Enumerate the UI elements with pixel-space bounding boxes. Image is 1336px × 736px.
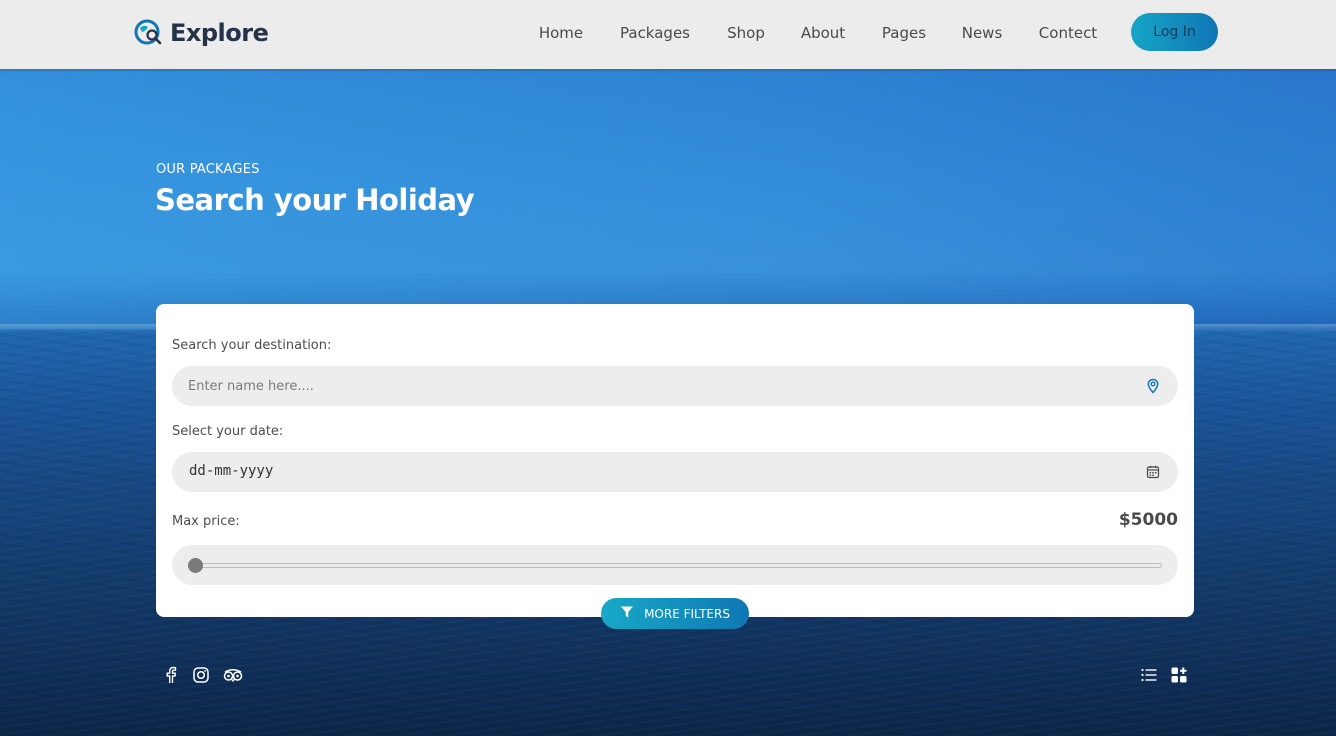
destination-input[interactable] <box>172 366 1132 406</box>
page-title: Search your Holiday <box>155 183 475 217</box>
view-toggle <box>1140 666 1188 684</box>
login-button[interactable]: Log In <box>1131 13 1218 51</box>
nav-item-packages[interactable]: Packages <box>620 24 690 42</box>
list-view-icon[interactable] <box>1140 666 1158 684</box>
destination-label: Search your destination: <box>172 338 332 353</box>
hero-eyebrow: OUR PACKAGES <box>156 162 260 177</box>
instagram-icon[interactable] <box>192 666 210 684</box>
date-input[interactable]: dd-mm-yyyy <box>189 463 273 479</box>
price-slider-handle[interactable] <box>188 558 203 573</box>
price-slider-field <box>172 545 1178 585</box>
nav-item-about[interactable]: About <box>801 24 845 42</box>
destination-field <box>172 366 1178 406</box>
grid-view-icon[interactable] <box>1170 666 1188 684</box>
filter-icon <box>620 605 634 622</box>
calendar-icon[interactable] <box>1145 464 1161 480</box>
nav-item-home[interactable]: Home <box>539 24 583 42</box>
max-price-value: $5000 <box>1118 510 1178 530</box>
site-header: Explore Home Packages Shop About Pages N… <box>0 0 1336 69</box>
hero-section: OUR PACKAGES Search your Holiday Search … <box>0 69 1336 736</box>
nav-item-pages[interactable]: Pages <box>882 24 926 42</box>
more-filters-button[interactable]: MORE FILTERS <box>601 598 749 629</box>
nav-item-news[interactable]: News <box>962 24 1003 42</box>
map-pin-icon[interactable] <box>1145 378 1161 394</box>
social-links <box>162 666 244 684</box>
max-price-label: Max price: <box>172 514 240 529</box>
nav-item-contact[interactable]: Contect <box>1039 24 1097 42</box>
price-slider-track[interactable] <box>196 563 1162 568</box>
date-field[interactable]: dd-mm-yyyy <box>172 452 1178 492</box>
facebook-icon[interactable] <box>162 666 180 684</box>
search-card: Search your destination: Select your dat… <box>156 304 1194 617</box>
date-label: Select your date: <box>172 424 284 439</box>
nav-item-shop[interactable]: Shop <box>727 24 765 42</box>
more-filters-label: MORE FILTERS <box>644 606 730 621</box>
tripadvisor-icon[interactable] <box>222 666 244 684</box>
